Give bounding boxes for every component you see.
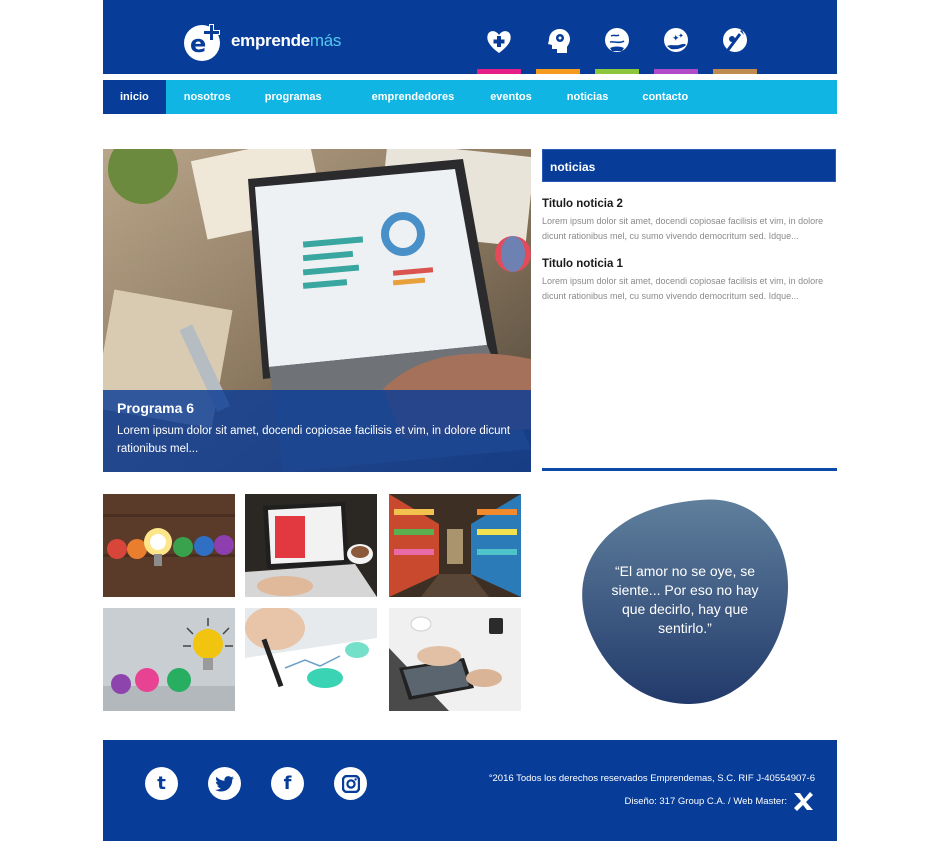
crumpled-paper-idea-photo[interactable] (103, 608, 235, 711)
news-header: noticias (542, 149, 836, 182)
news-body: Lorem ipsum dolor sit amet, docendi copi… (542, 216, 824, 241)
site-header: e emprendemás ✦ ✦ (103, 0, 837, 74)
site-logo[interactable]: e emprendemás (183, 20, 341, 62)
credit-text[interactable]: Diseño: 317 Group C.A. / Web Master: (625, 791, 787, 812)
nav-noticias[interactable]: noticias (550, 80, 626, 114)
footer-copy: °2016 Todos los derechos reservados Empr… (489, 768, 815, 813)
thumb-image (103, 494, 235, 597)
category-globe-hand[interactable] (595, 24, 639, 74)
idea-arrow-icon (723, 28, 747, 52)
category-idea-arrow[interactable] (713, 24, 757, 74)
tablet-desk-photo[interactable] (389, 608, 521, 711)
hero-caption: Programa 6 Lorem ipsum dolor sit amet, d… (103, 390, 531, 472)
news-list: Titulo noticia 2 Lorem ipsum dolor sit a… (542, 198, 834, 318)
copyright-text: °2016 Todos los derechos reservados Empr… (488, 773, 815, 784)
logo-mark-icon: e (184, 24, 220, 61)
footer-credit: Diseño: 317 Group C.A. / Web Master: (489, 789, 815, 813)
nav-contacto[interactable]: contacto (625, 80, 705, 114)
news-body: Lorem ipsum dolor sit amet, docendi copi… (542, 276, 824, 301)
category-bar-pink (477, 69, 521, 74)
nav-programas[interactable]: programas (249, 80, 354, 114)
laptop-coffee-photo[interactable] (245, 494, 377, 597)
hero-text: Lorem ipsum dolor sit amet, docendi copi… (117, 425, 511, 455)
site-footer: t f °2016 Todos los derechos reservados … (103, 740, 837, 841)
heart-plus-icon (487, 31, 511, 53)
category-bar-brown (713, 69, 757, 74)
thumb-image (245, 608, 377, 711)
main-nav: inicio nosotros programas emprendedores … (103, 80, 837, 114)
news-title[interactable]: Titulo noticia 1 (542, 258, 834, 270)
svg-text:✦: ✦ (678, 32, 684, 40)
nav-emprendedores[interactable]: emprendedores (354, 80, 473, 114)
category-bar-green (595, 69, 639, 74)
facebook-icon[interactable]: f (271, 767, 304, 800)
tumblr-glyph: t (157, 773, 166, 794)
hero-slider[interactable]: Programa 6 Lorem ipsum dolor sit amet, d… (103, 149, 531, 472)
news-title[interactable]: Titulo noticia 2 (542, 198, 834, 210)
webmaster-x-icon[interactable] (791, 789, 815, 813)
instagram-camera-icon (341, 774, 360, 793)
thumb-image (389, 494, 521, 597)
photo-gallery (103, 494, 521, 711)
crumpled-paper-lightbulb-photo[interactable] (103, 494, 235, 597)
category-hand-stars[interactable]: ✦ ✦ (654, 24, 698, 74)
twitter-icon[interactable] (208, 767, 241, 800)
hero-title: Programa 6 (117, 400, 195, 416)
tumblr-icon[interactable]: t (145, 767, 178, 800)
globe-hand-icon (605, 28, 629, 52)
thumb-image (389, 608, 521, 711)
category-bar-purple (654, 69, 698, 74)
logo-text: emprendemás (231, 31, 342, 50)
news-divider (542, 468, 837, 471)
twitter-bird-icon (214, 775, 234, 791)
category-bar-orange (536, 69, 580, 74)
category-heart-plus[interactable] (477, 24, 521, 74)
instagram-icon[interactable] (334, 767, 367, 800)
social-links: t f (145, 767, 367, 800)
nav-inicio[interactable]: inicio (103, 80, 166, 114)
pen-charts-photo[interactable] (245, 608, 377, 711)
head-gear-icon (548, 29, 570, 53)
thumb-image (245, 494, 377, 597)
facebook-glyph: f (283, 773, 292, 794)
category-head-gear[interactable] (536, 24, 580, 74)
nav-nosotros[interactable]: nosotros (166, 80, 249, 114)
hand-stars-icon: ✦ ✦ (664, 28, 688, 52)
category-icons: ✦ ✦ (477, 24, 757, 74)
news-item[interactable]: Titulo noticia 2 Lorem ipsum dolor sit a… (542, 198, 834, 244)
news-item[interactable]: Titulo noticia 1 Lorem ipsum dolor sit a… (542, 258, 834, 304)
thumb-image (103, 608, 235, 711)
bookstore-photo[interactable] (389, 494, 521, 597)
nav-eventos[interactable]: eventos (472, 80, 550, 114)
quote-text: “El amor no se oye, se siente... Por eso… (611, 563, 759, 636)
